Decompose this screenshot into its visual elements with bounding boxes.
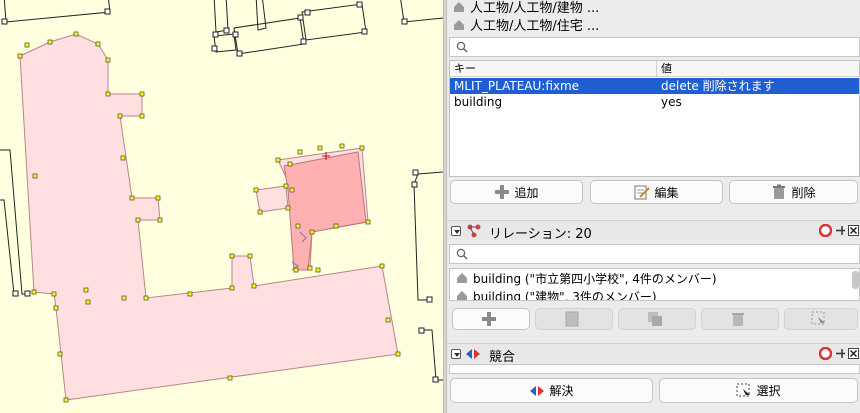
trash-icon [732,313,744,326]
delete-relation-button[interactable] [701,308,779,330]
list-item[interactable]: building ("市立第四小学校", 4件のメンバー) [456,271,717,287]
relations-title: リレーション: 20 [489,227,592,242]
add-tag-button[interactable]: 追加 [450,180,583,204]
add-relation-button[interactable] [452,308,530,330]
map-view[interactable] [0,0,443,413]
edit-relation-button[interactable] [535,308,613,330]
map-canvas[interactable] [0,0,443,413]
select-relation-members-button[interactable] [784,308,858,330]
relation-list[interactable]: building ("市立第四小学校", 4件のメンバー) building (… [449,268,860,301]
conflict-panel-header[interactable]: 競合 [447,343,860,365]
plus-icon [495,185,510,199]
duplicate-icon [648,312,662,326]
delete-tag-button[interactable]: 削除 [729,180,858,204]
pin-icon[interactable] [835,348,846,359]
conflict-icon [530,385,545,396]
help-icon[interactable] [819,347,832,360]
list-item[interactable]: building ("建物", 3件のメンバー) [456,289,657,300]
building-icon [457,273,467,283]
close-icon[interactable] [848,225,859,236]
collapse-toggle-icon[interactable] [451,349,461,359]
breadcrumb-label: 人工物/人工物/住宅 ... [470,19,600,34]
search-icon [456,41,468,53]
tag-value-cell[interactable]: yes [657,94,682,110]
building-outline [255,0,267,31]
house-icon [454,20,464,30]
select-icon [811,311,825,326]
tag-value-cell[interactable]: delete 削除されます [657,78,775,94]
side-panel: 人工物/人工物/建物 ... 人工物/人工物/住宅 ... キー 値 MLIT_… [447,0,860,413]
table-row[interactable]: MLIT_PLATEAU:fixme delete 削除されます [450,78,859,94]
conflict-icon [466,349,480,359]
edit-icon [565,311,579,327]
edit-tag-button[interactable]: 編集 [590,180,723,204]
conflict-list[interactable] [449,364,860,374]
building-outline [301,3,367,41]
plus-icon [482,312,496,326]
building-outline [422,329,443,381]
collapse-toggle-icon[interactable] [451,226,461,236]
tag-search-input[interactable] [449,37,860,57]
relation-icon [467,224,481,238]
pin-icon[interactable] [835,225,846,236]
building-outline [3,0,111,23]
building-outline [233,17,305,55]
column-header-key[interactable]: キー [450,61,657,77]
conflict-title: 競合 [489,350,516,365]
preset-breadcrumb-house[interactable]: 人工物/人工物/住宅 ... [453,19,599,35]
scrollbar-thumb[interactable] [852,271,859,289]
help-icon[interactable] [819,224,832,237]
tag-table[interactable]: キー 値 MLIT_PLATEAU:fixme delete 削除されます bu… [449,60,860,177]
building-outline [413,171,443,301]
building-outline [213,0,229,33]
building-icon [457,291,467,300]
building-icon [454,2,464,12]
table-row[interactable]: building yes [450,94,859,110]
close-icon[interactable] [848,348,859,359]
annex-polygon [255,185,289,213]
search-icon [456,248,468,260]
relations-panel-header[interactable]: リレーション: 20 [447,220,860,242]
select-icon [736,383,751,398]
select-conflict-button[interactable]: 選択 [659,378,858,403]
preset-breadcrumb-building[interactable]: 人工物/人工物/建物 ... [453,1,599,17]
edit-icon [634,185,651,200]
tag-key-cell[interactable]: building [450,94,502,110]
relation-search-input[interactable] [449,244,860,264]
column-header-value[interactable]: 値 [657,61,859,77]
breadcrumb-label: 人工物/人工物/建物 ... [470,1,600,16]
tag-key-cell[interactable]: MLIT_PLATEAU:fixme [450,78,579,94]
duplicate-relation-button[interactable] [618,308,696,330]
building-outline [0,149,28,295]
selected-building-highlight [283,151,367,271]
resolve-conflict-button[interactable]: 解決 [450,378,653,403]
trash-icon [773,184,786,199]
building-outline [0,199,16,295]
